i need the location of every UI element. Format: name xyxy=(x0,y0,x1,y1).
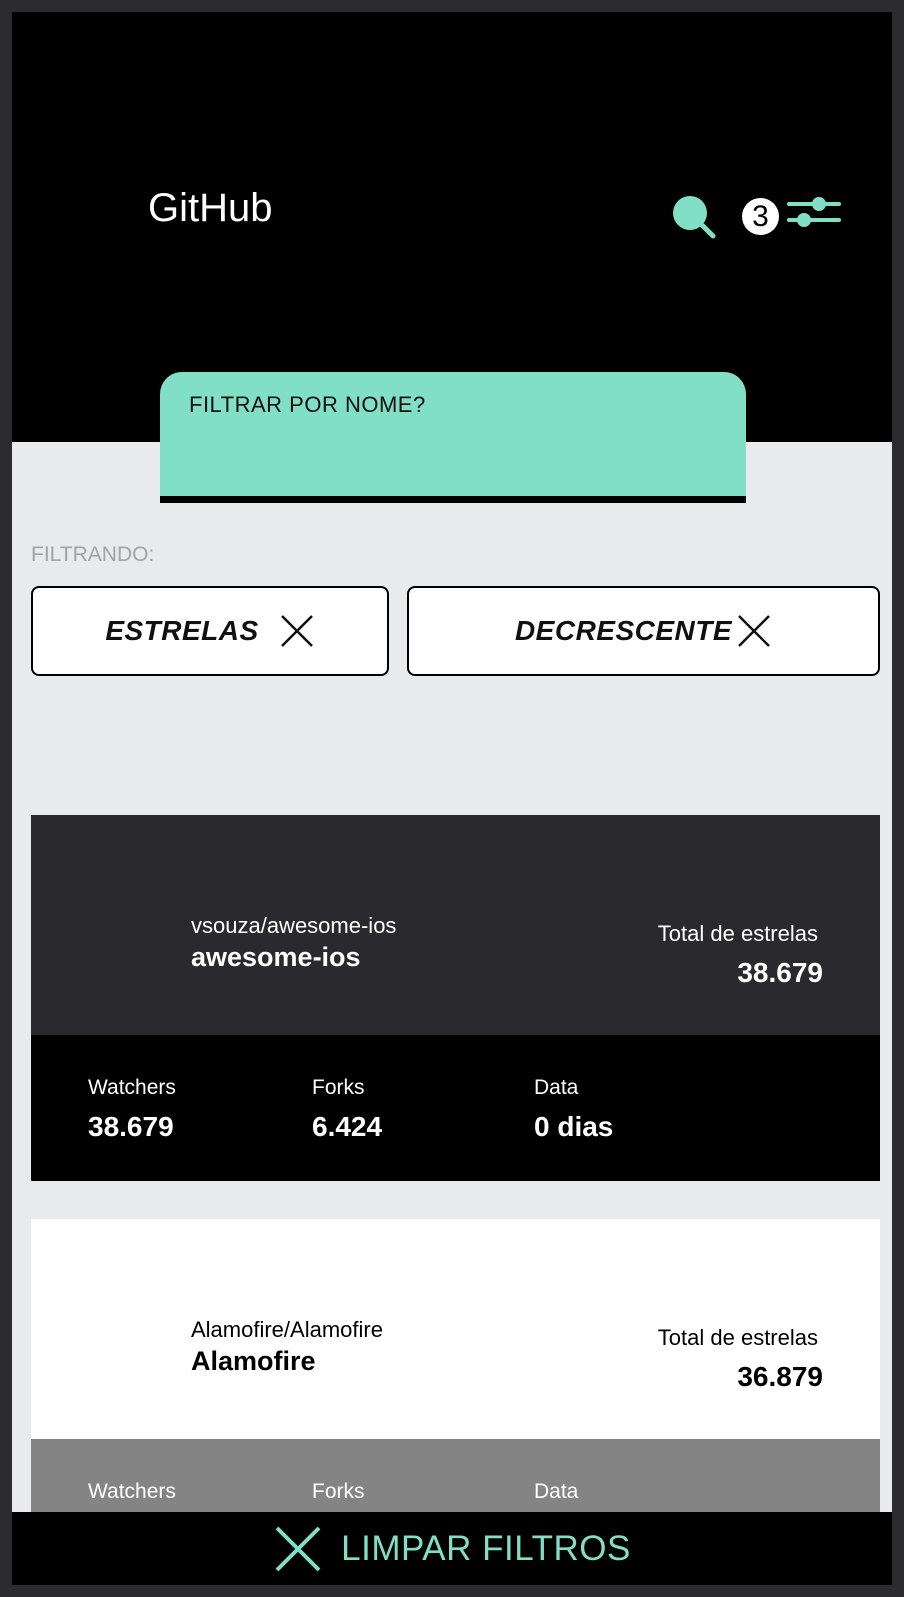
sliders-icon[interactable] xyxy=(787,194,841,234)
stars-label: Total de estrelas xyxy=(657,1325,818,1350)
date-label: Data xyxy=(534,1480,579,1503)
date-label: Data xyxy=(534,1076,579,1099)
name-filter-input[interactable] xyxy=(189,432,713,482)
name-filter-label: FILTRAR POR NOME? xyxy=(189,392,426,417)
date-value: 0 dias xyxy=(534,1111,614,1142)
close-icon[interactable] xyxy=(736,613,772,649)
repo-full-name: vsouza/awesome-ios xyxy=(191,913,397,938)
repo-name: awesome-ios xyxy=(191,942,361,972)
clear-filters-label: LIMPAR FILTROS xyxy=(341,1528,631,1568)
stars-value: 38.679 xyxy=(737,957,823,988)
clear-filters-button[interactable]: LIMPAR FILTROS xyxy=(12,1512,892,1585)
search-icon[interactable] xyxy=(670,193,718,241)
filter-chip-label: ESTRELAS xyxy=(105,615,259,646)
repo-card-header: Alamofire/Alamofire Alamofire Total de e… xyxy=(31,1219,880,1439)
repo-name: Alamofire xyxy=(191,1346,316,1376)
filter-chip-order[interactable]: DECRESCENTE xyxy=(407,586,880,676)
forks-value: 6.424 xyxy=(312,1111,383,1142)
repo-full-name: Alamofire/Alamofire xyxy=(191,1317,383,1342)
repo-card[interactable]: vsouza/awesome-ios awesome-ios Total de … xyxy=(31,815,880,1181)
close-icon[interactable] xyxy=(279,613,315,649)
forks-label: Forks xyxy=(312,1076,365,1099)
watchers-value: 38.679 xyxy=(88,1111,174,1142)
forks-label: Forks xyxy=(312,1480,365,1503)
app-title: GitHub xyxy=(148,186,273,230)
app-screen: GitHub 3 FILTRAR POR NOME? FILTRANDO: ES… xyxy=(12,12,892,1585)
stars-label: Total de estrelas xyxy=(657,921,818,946)
watchers-label: Watchers xyxy=(88,1480,176,1503)
active-filters-label: FILTRANDO: xyxy=(31,543,155,566)
name-filter-field[interactable]: FILTRAR POR NOME? xyxy=(160,372,746,503)
filter-count-badge: 3 xyxy=(742,198,779,235)
repo-card-header: vsouza/awesome-ios awesome-ios Total de … xyxy=(31,815,880,1035)
repo-card-stats: Watchers 38.679 Forks 6.424 Data 0 dias xyxy=(31,1035,880,1181)
close-icon xyxy=(275,1526,321,1571)
watchers-label: Watchers xyxy=(88,1076,176,1099)
stars-value: 36.879 xyxy=(737,1361,823,1392)
filter-chip-label: DECRESCENTE xyxy=(514,615,733,646)
filter-chip-stars[interactable]: ESTRELAS xyxy=(31,586,389,676)
